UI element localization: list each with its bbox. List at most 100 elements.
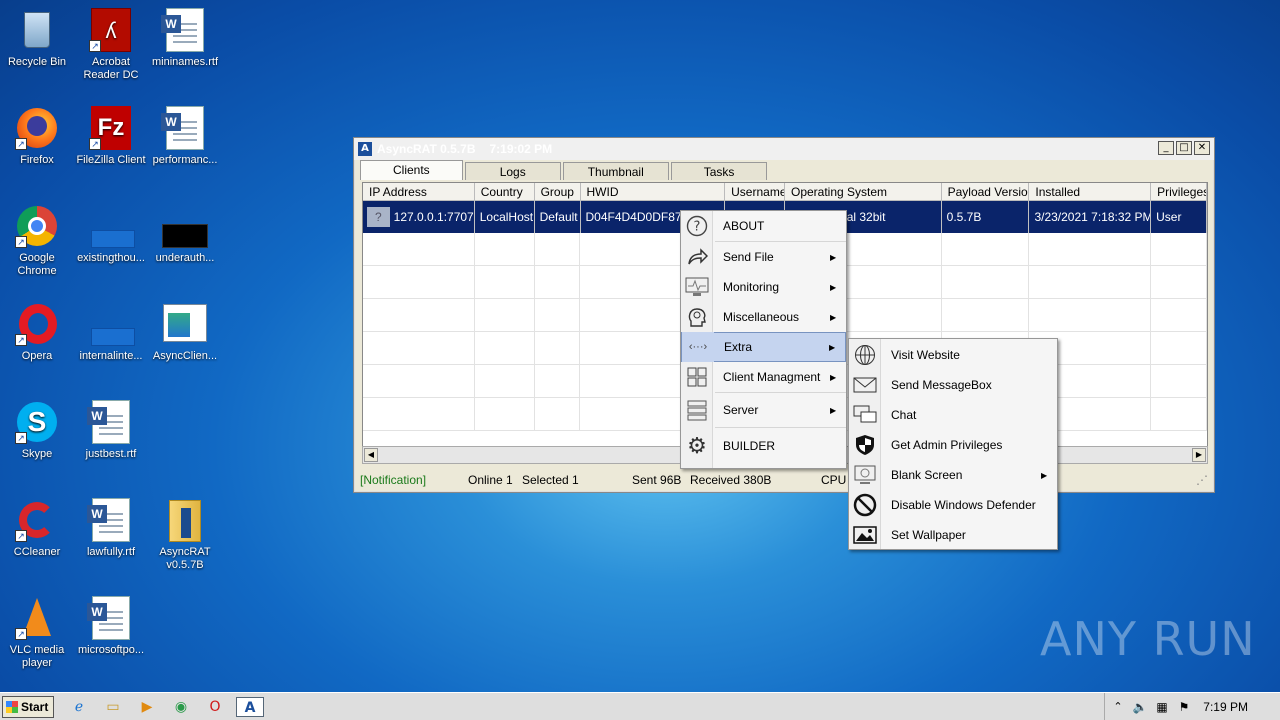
desktop-icon-label: underauth... [155, 252, 215, 264]
menu-item-set-wallpaper[interactable]: Set Wallpaper [849, 520, 1057, 550]
shortcut-arrow-icon: ↗ [15, 432, 27, 444]
menu-item-visit-website[interactable]: Visit Website [849, 340, 1057, 370]
vlc-icon: ↗ [15, 596, 59, 640]
column-header-ip[interactable]: IP Address [363, 183, 475, 200]
tab-tasks[interactable]: Tasks [670, 162, 768, 180]
desktop-icon-acrobat[interactable]: ʎ ↗ Acrobat Reader DC [74, 8, 148, 82]
menu-item-chat[interactable]: Chat [849, 400, 1057, 430]
desktop-icon-existingthou[interactable]: existingthou... [74, 204, 148, 265]
flag-icon[interactable]: ⚑ [1173, 697, 1195, 717]
column-header-os[interactable]: Operating System [785, 183, 942, 200]
network-icon[interactable]: ▦ [1151, 697, 1173, 717]
asyncrat-app-icon: A [358, 142, 372, 156]
clock[interactable]: 7:19 PM [1203, 700, 1248, 714]
scroll-right-icon[interactable]: ▶ [1192, 448, 1206, 462]
desktop-icon-internalinte[interactable]: internalinte... [74, 302, 148, 363]
menu-item-send-messagebox[interactable]: Send MessageBox [849, 370, 1057, 400]
column-header-group[interactable]: Group [535, 183, 581, 200]
menu-item-about[interactable]: ? ABOUT [681, 211, 846, 241]
desktop-icon-recycle-bin[interactable]: Recycle Bin [0, 8, 74, 69]
menu-item-get-admin-privileges[interactable]: Get Admin Privileges [849, 430, 1057, 460]
desktop-icon-label: existingthou... [77, 252, 145, 264]
window-time: 7:19:02 PM [489, 142, 553, 156]
desktop-icon-label: lawfully.rtf [86, 546, 136, 558]
desktop-icon-filezilla[interactable]: Fz ↗ FileZilla Client [74, 106, 148, 167]
menu-item-label: Monitoring [723, 280, 780, 294]
desktop-icon-opera[interactable]: ↗ Opera [0, 302, 74, 363]
menu-item-client-managment[interactable]: Client Managment ▶ [681, 362, 846, 392]
menu-item-monitoring[interactable]: Monitoring ▶ [681, 272, 846, 302]
menu-item-builder[interactable]: ⚙ BUILDER [681, 428, 846, 464]
scroll-left-icon[interactable]: ◀ [364, 448, 378, 462]
status-notification[interactable]: [Notification] [360, 473, 426, 487]
tab-clients[interactable]: Clients [360, 160, 463, 180]
desktop-icon-lawfully[interactable]: W lawfully.rtf [74, 498, 148, 559]
menu-item-send-file[interactable]: Send File ▶ [681, 242, 846, 272]
cell-ip-text: 127.0.0.1:7707 [393, 210, 474, 224]
column-header-country[interactable]: Country [475, 183, 535, 200]
chrome-taskbar-icon[interactable]: ◉ [170, 697, 192, 717]
desktop-icon-asyncrat-folder[interactable]: AsyncRAT v0.5.7B [148, 498, 222, 572]
desktop-icon-firefox[interactable]: ↗ Firefox [0, 106, 74, 167]
submenu-arrow-icon: ▶ [830, 405, 837, 415]
close-button[interactable]: ✕ [1194, 141, 1210, 155]
no-entry-icon [849, 490, 881, 520]
gear-icon: ⚙ [687, 433, 707, 458]
column-header-installed[interactable]: Installed [1029, 183, 1152, 200]
acrobat-icon: ʎ ↗ [89, 8, 133, 52]
shortcut-arrow-icon: ↗ [89, 138, 101, 150]
submenu-arrow-icon: ▶ [830, 312, 837, 322]
cell-payload: 0.5.7B [942, 201, 1030, 233]
column-header-hwid[interactable]: HWID [581, 183, 726, 200]
volume-icon[interactable]: 🔈 [1129, 697, 1151, 717]
desktop-icon-justbest[interactable]: W justbest.rtf [74, 400, 148, 461]
menu-item-blank-screen[interactable]: Blank Screen ▶ [849, 460, 1057, 490]
cell-ip: ? 127.0.0.1:7707 [363, 201, 475, 233]
desktop-icon-performanc[interactable]: W performanc... [148, 106, 222, 167]
menu-item-label: BUILDER [723, 439, 776, 453]
menu-item-label: Send File [723, 250, 774, 264]
code-dots-icon: ‹···› [682, 332, 714, 362]
minimize-button[interactable]: _ [1158, 141, 1174, 155]
blank-screen-icon [849, 460, 881, 490]
window-title: AsyncRAT 0.5.7B [377, 142, 476, 156]
cell-group: Default [535, 201, 581, 233]
skype-icon: S ↗ [15, 400, 59, 444]
column-header-username[interactable]: Username [725, 183, 785, 200]
menu-item-disable-windows-defender[interactable]: Disable Windows Defender [849, 490, 1057, 520]
menu-item-miscellaneous[interactable]: Miscellaneous ▶ [681, 302, 846, 332]
taskbar: Start ℯ ▭ ▶ ◉ O A ⌃ 🔈 ▦ ⚑ 7:19 PM [0, 692, 1280, 720]
desktop-icon-skype[interactable]: S ↗ Skype [0, 400, 74, 461]
opera-taskbar-icon[interactable]: O [204, 697, 226, 717]
desktop-icon-label: performanc... [152, 154, 218, 166]
resize-grip-icon[interactable]: ⋰ [1196, 473, 1208, 487]
tab-logs[interactable]: Logs [464, 162, 561, 180]
menu-item-server[interactable]: Server ▶ [681, 393, 846, 427]
show-hidden-icons-icon[interactable]: ⌃ [1107, 697, 1129, 717]
start-button[interactable]: Start [2, 696, 54, 718]
desktop-icon-mininames[interactable]: W mininames.rtf [148, 8, 222, 69]
column-header-privileges[interactable]: Privileges [1151, 183, 1207, 200]
desktop-icon-underauth[interactable]: underauth... [148, 204, 222, 265]
anyrun-watermark: ANY RUN [1040, 612, 1256, 666]
desktop-icon-microsoftpo[interactable]: W microsoftpo... [74, 596, 148, 657]
desktop-icon-vlc[interactable]: ↗ VLC media player [0, 596, 74, 670]
tab-thumbnail[interactable]: Thumbnail [562, 162, 669, 180]
media-player-icon[interactable]: ▶ [136, 697, 158, 717]
asyncrat-taskbar-button[interactable]: A [236, 697, 264, 717]
explorer-icon[interactable]: ▭ [102, 697, 124, 717]
column-header-payload[interactable]: Payload Version [942, 183, 1030, 200]
submenu-arrow-icon: ▶ [1041, 470, 1048, 480]
desktop-icon-label: Opera [21, 350, 53, 362]
file-icon [162, 204, 208, 248]
desktop-icon-ccleaner[interactable]: ↗ CCleaner [0, 498, 74, 559]
file-icon [89, 204, 135, 248]
desktop-icon-asyncclient[interactable]: AsyncClien... [148, 302, 222, 363]
desktop-icon-chrome[interactable]: ↗ Google Chrome [0, 204, 74, 278]
maximize-button[interactable]: □ [1176, 141, 1192, 155]
opera-icon: ↗ [15, 302, 59, 346]
ie-icon[interactable]: ℯ [68, 697, 90, 717]
svg-text:?: ? [694, 220, 701, 235]
menu-item-extra[interactable]: ‹···› Extra ▶ [681, 332, 846, 362]
question-icon: ? [681, 211, 713, 241]
